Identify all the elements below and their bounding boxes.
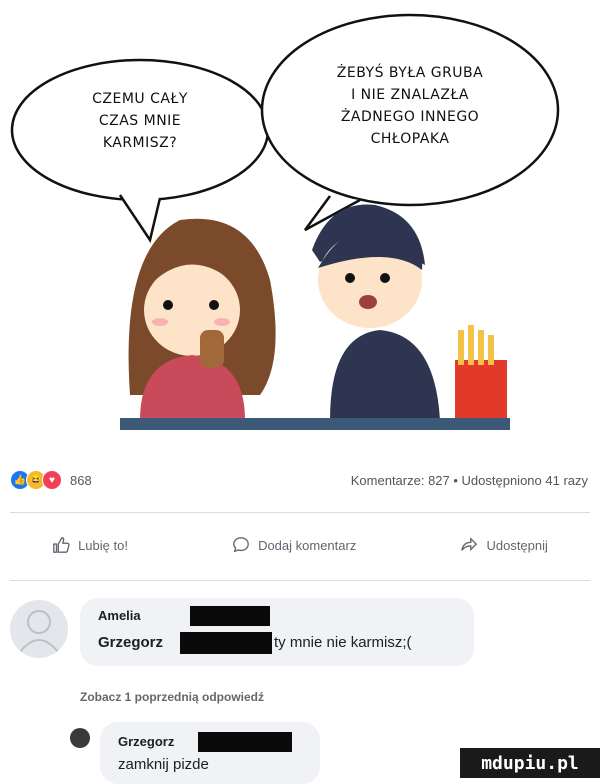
girl-bubble-line: CZAS MNIE — [98, 113, 182, 129]
reply-author-name[interactable]: Grzegorz — [118, 734, 174, 749]
comment-label: Dodaj komentarz — [258, 537, 357, 553]
comment-bubble: Amelia Grzegorz ty mnie nie karmisz;( — [80, 598, 474, 666]
share-arrow-icon — [461, 537, 478, 552]
comment-text: ty mnie nie karmisz;( — [274, 634, 412, 651]
divider — [10, 580, 590, 581]
redaction-bar — [190, 606, 270, 626]
comments-shares-count[interactable]: Komentarze: 827 • Udostępniono 41 razy — [351, 473, 588, 488]
avatar[interactable] — [70, 728, 90, 748]
love-reaction-icon: ♥ — [42, 470, 62, 490]
view-previous-replies-link[interactable]: Zobacz 1 poprzednią odpowiedź — [80, 690, 264, 704]
like-button[interactable]: Lubię to! — [52, 536, 128, 554]
avatar[interactable] — [10, 600, 68, 658]
girl-bubble-line: CZEMU CAŁY — [92, 91, 188, 107]
girl-bubble-line: KARMISZ? — [102, 135, 178, 151]
boy-bubble-line: ŻADNEGO INNEGO — [340, 109, 480, 125]
speech-bubble-icon — [233, 537, 249, 553]
reply-text: zamknij pizde — [118, 756, 209, 773]
boy-bubble-line: CHŁOPAKA — [370, 131, 450, 147]
share-button[interactable]: Udostępnij — [460, 536, 548, 554]
boy-bubble-text: ŻEBYŚ BYŁA GRUBA I NIE ZNALAZŁA ŻADNEGO … — [290, 62, 530, 150]
thumbs-up-icon — [53, 537, 70, 553]
redaction-bar — [180, 632, 272, 654]
share-label: Udostępnij — [486, 537, 548, 553]
reaction-count: 868 — [70, 472, 92, 488]
reply-bubble: Grzegorz zamknij pizde — [100, 722, 320, 784]
girl-bubble-text: CZEMU CAŁY CZAS MNIE KARMISZ? — [40, 88, 240, 154]
comment-author-name[interactable]: Amelia — [98, 608, 141, 623]
post-action-bar: Lubię to! Dodaj komentarz Udostępnij — [0, 536, 600, 554]
divider — [10, 512, 590, 513]
comic-image: CZEMU CAŁY CZAS MNIE KARMISZ? ŻEBYŚ BYŁA… — [0, 0, 600, 440]
reactions-summary[interactable]: 👍 😆 ♥ 868 — [10, 470, 92, 490]
redaction-bar — [198, 732, 292, 752]
site-watermark: mdupiu.pl — [460, 748, 600, 778]
boy-bubble-line: ŻEBYŚ BYŁA GRUBA — [336, 65, 484, 81]
default-avatar-icon — [19, 610, 59, 653]
like-label: Lubię to! — [78, 537, 128, 553]
comment-button[interactable]: Dodaj komentarz — [232, 536, 356, 554]
tagged-user-name[interactable]: Grzegorz — [98, 634, 163, 651]
boy-bubble-line: I NIE ZNALAZŁA — [351, 87, 469, 103]
